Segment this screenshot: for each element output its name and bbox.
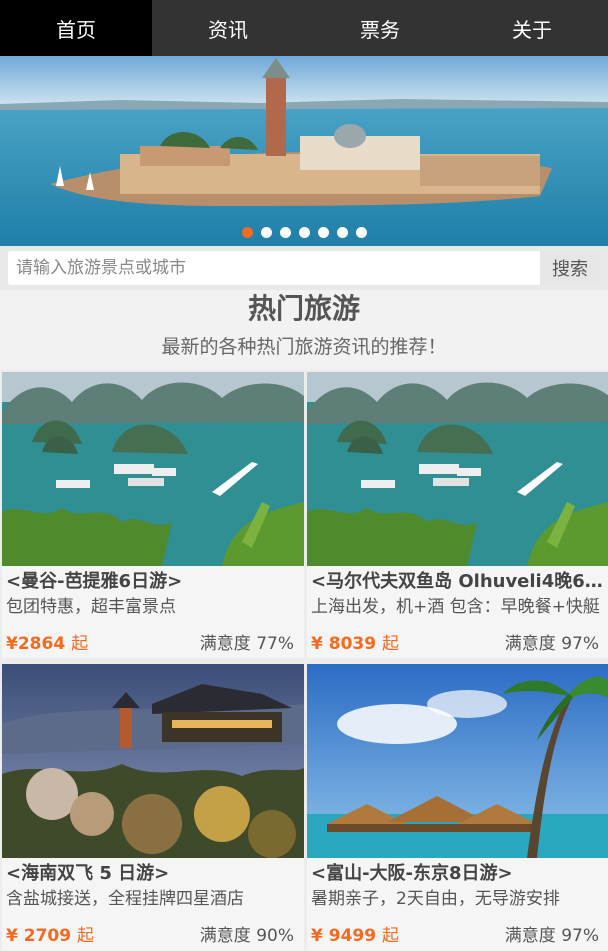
banner-carousel[interactable] bbox=[0, 56, 608, 246]
search-button[interactable]: 搜索 bbox=[540, 251, 600, 285]
tour-footer: ¥ 8039 起 满意度 97% bbox=[307, 629, 608, 654]
tour-footer: ¥2864 起 满意度 77% bbox=[2, 629, 304, 654]
tour-price: ¥ 2709 起 bbox=[6, 926, 94, 946]
tour-satisfaction: 满意度 90% bbox=[199, 926, 294, 946]
tour-card[interactable]: <曼谷-芭提雅6日游> 包团特惠，超丰富景点 ¥2864 起 满意度 77% bbox=[2, 372, 304, 658]
tour-price: ¥2864 起 bbox=[6, 634, 89, 654]
carousel-dot[interactable] bbox=[298, 227, 310, 238]
tour-price: ¥ 9499 起 bbox=[311, 926, 399, 946]
carousel-dot[interactable] bbox=[355, 227, 367, 238]
nav-item-about[interactable]: 关于 bbox=[456, 0, 608, 56]
tour-satisfaction: 满意度 97% bbox=[504, 634, 599, 654]
search-input[interactable] bbox=[8, 251, 540, 285]
bay-islands-photo bbox=[307, 372, 608, 566]
section-header: 热门旅游 最新的各种热门旅游资讯的推荐！ bbox=[0, 290, 608, 370]
nav-item-news[interactable]: 资讯 bbox=[152, 0, 304, 56]
nav-item-tickets[interactable]: 票务 bbox=[304, 0, 456, 56]
carousel-dot[interactable] bbox=[279, 227, 291, 238]
tour-card[interactable]: <马尔代夫双鱼岛 Olhuveli4晚6日游> 上海出发，机+酒 包含：早晚餐+… bbox=[307, 372, 608, 658]
section-subtitle: 最新的各种热门旅游资讯的推荐！ bbox=[161, 336, 447, 358]
temple-night-photo bbox=[2, 664, 304, 858]
tour-title: <曼谷-芭提雅6日游> bbox=[6, 571, 183, 592]
tour-description: 暑期亲子，2天自由，无导游安排 bbox=[311, 889, 560, 909]
tour-title: <海南双飞 5 日游> bbox=[6, 863, 170, 884]
carousel-dot[interactable] bbox=[241, 227, 253, 238]
top-nav: 首页 资讯 票务 关于 bbox=[0, 0, 608, 56]
tour-footer: ¥ 2709 起 满意度 90% bbox=[2, 921, 304, 946]
carousel-dot[interactable] bbox=[317, 227, 329, 238]
beach-huts-photo bbox=[307, 664, 608, 858]
tour-card-image bbox=[2, 372, 304, 566]
search-bar: 搜索 bbox=[0, 246, 608, 290]
tour-title: <马尔代夫双鱼岛 Olhuveli4晚6日游> bbox=[311, 571, 608, 592]
carousel-dot[interactable] bbox=[336, 227, 348, 238]
tour-card-image bbox=[307, 664, 608, 858]
banner-image bbox=[0, 56, 608, 246]
tour-title: <富山-大阪-东京8日游> bbox=[311, 863, 513, 884]
tour-card[interactable]: <富山-大阪-东京8日游> 暑期亲子，2天自由，无导游安排 ¥ 9499 起 满… bbox=[307, 664, 608, 950]
tour-description: 含盐城接送，全程挂牌四星酒店 bbox=[6, 889, 244, 909]
tour-satisfaction: 满意度 77% bbox=[199, 634, 294, 654]
nav-item-home[interactable]: 首页 bbox=[0, 0, 152, 56]
carousel-dot[interactable] bbox=[260, 227, 272, 238]
carousel-dots bbox=[0, 227, 608, 238]
tour-footer: ¥ 9499 起 满意度 97% bbox=[307, 921, 608, 946]
tour-price: ¥ 8039 起 bbox=[311, 634, 399, 654]
tour-description: 包团特惠，超丰富景点 bbox=[6, 597, 176, 617]
tour-card-image bbox=[2, 664, 304, 858]
tour-card-image bbox=[307, 372, 608, 566]
bay-islands-photo bbox=[2, 372, 304, 566]
section-title: 热门旅游 bbox=[247, 292, 360, 325]
tour-card[interactable]: <海南双飞 5 日游> 含盐城接送，全程挂牌四星酒店 ¥ 2709 起 满意度 … bbox=[2, 664, 304, 950]
tour-description: 上海出发，机+酒 包含：早晚餐+快艇 bbox=[311, 597, 600, 617]
tour-satisfaction: 满意度 97% bbox=[504, 926, 599, 946]
